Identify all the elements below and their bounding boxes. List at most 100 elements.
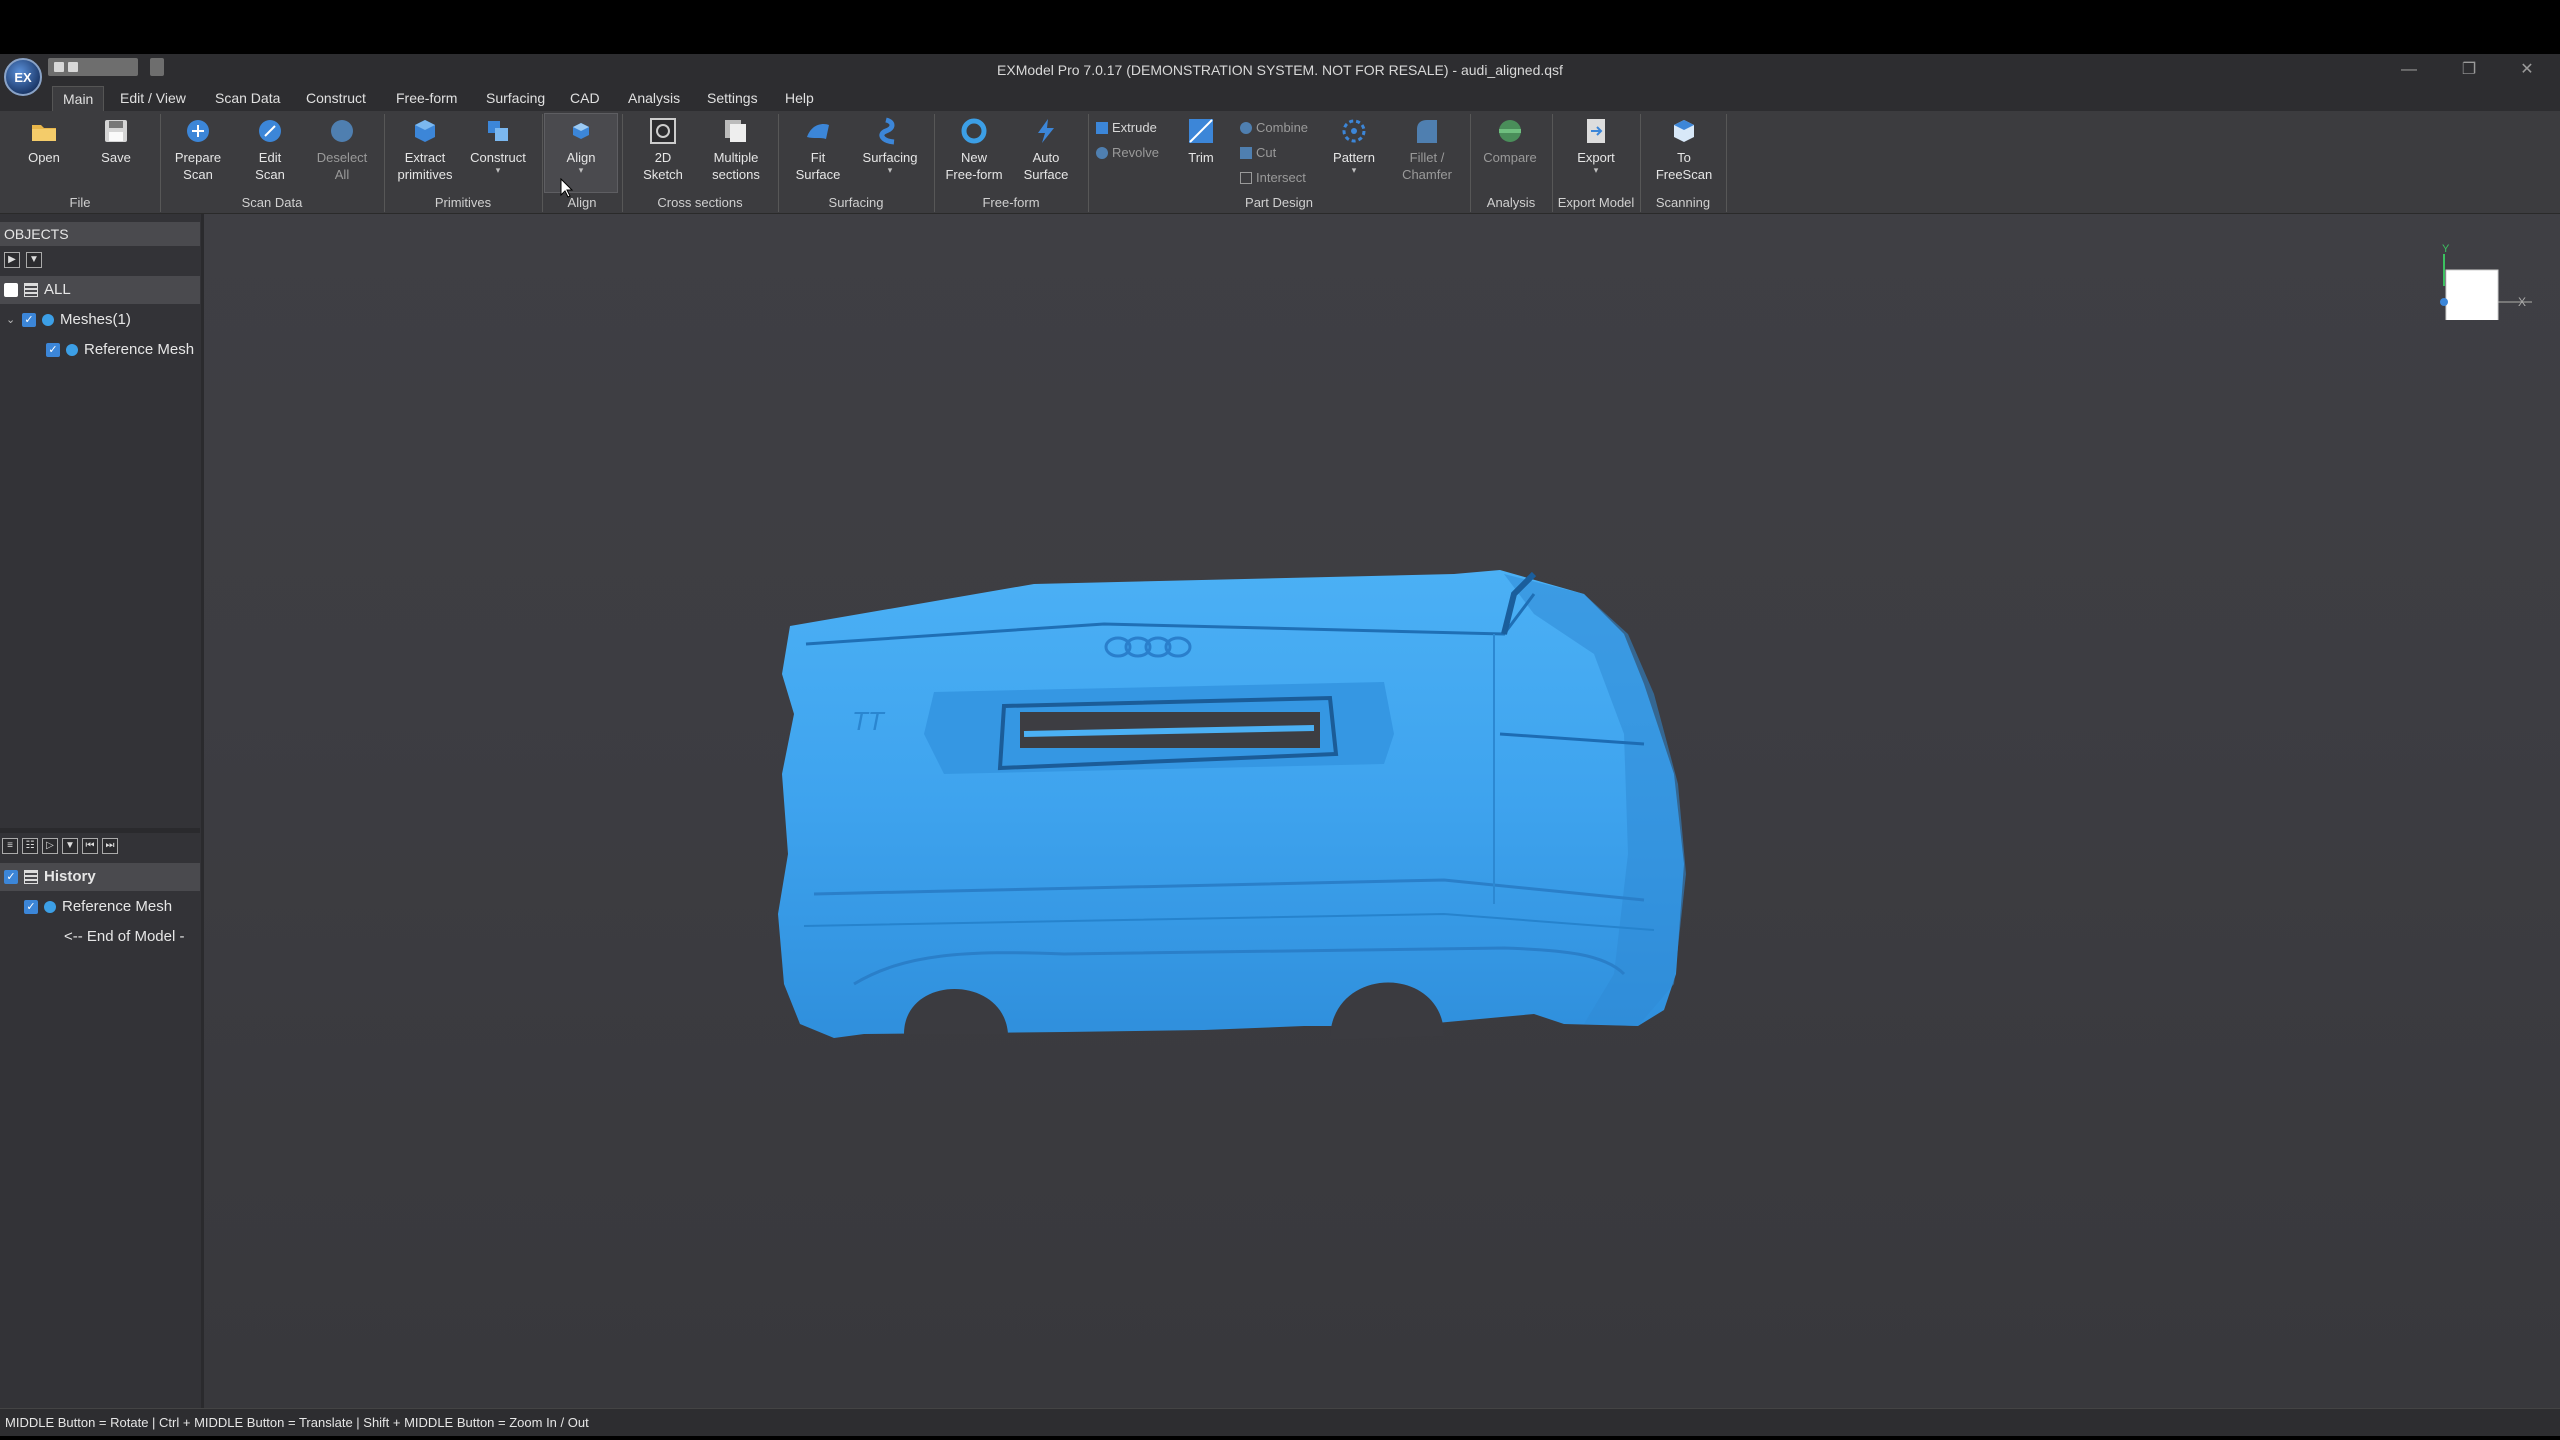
new-free-form-button[interactable]: New Free-form [938,116,1010,192]
edit-scan-icon [255,116,285,146]
trim-button[interactable]: Trim [1168,116,1234,192]
tree-view-icon[interactable]: ☷ [22,838,38,854]
close-button[interactable]: ✕ [2502,54,2552,86]
compare-button[interactable]: Compare [1474,116,1546,192]
skip-forward-icon[interactable]: ⏭ [102,838,118,854]
deselect-all-button[interactable]: Deselect All [308,116,376,192]
sketch-icon [648,116,678,146]
deselect-icon [327,116,357,146]
to-freescan-button[interactable]: To FreeScan [1646,116,1722,192]
axis-y-label: Y [2442,243,2450,255]
audi-bumper-mesh[interactable] [778,570,1684,1038]
checkbox[interactable] [4,283,18,297]
extract-primitives-button[interactable]: Extract primitives [388,116,462,192]
history-item-end-of-model[interactable]: <-- End of Model - [0,923,200,951]
skip-back-icon[interactable]: ⏮ [82,838,98,854]
construct-button[interactable]: Construct ▾ [462,116,534,192]
align-button[interactable]: Align ▾ [546,116,616,192]
list-view-icon[interactable]: ≡ [2,838,18,854]
group-label-scanning: Scanning [1655,195,1711,210]
group-label-scan-data: Scan Data [241,195,303,210]
tab-cad[interactable]: CAD [560,86,610,111]
history-item-reference-mesh[interactable]: ✓ Reference Mesh [0,893,200,921]
restore-button[interactable]: ❐ [2444,54,2494,86]
open-button[interactable]: Open [16,116,72,192]
tab-free-form[interactable]: Free-form [386,86,467,111]
extrude-icon [1096,122,1108,134]
multiple-sections-button[interactable]: Multiple sections [700,116,772,192]
trim-icon [1186,116,1216,146]
list-icon [24,283,38,297]
surfacing-button[interactable]: Surfacing ▾ [854,116,926,192]
prepare-scan-button[interactable]: Prepare Scan [164,116,232,192]
revolve-button[interactable]: Revolve [1096,142,1159,164]
mesh-icon [44,901,56,913]
surfacing-icon [875,116,905,146]
group-label-free-form: Free-form [982,195,1040,210]
tree-item-reference-mesh[interactable]: ✓ Reference Mesh [0,336,200,364]
group-label-surfacing: Surfacing [828,195,884,210]
group-label-cross-sections: Cross sections [657,195,743,210]
mesh-icon [66,344,78,356]
mesh-render: TT [778,570,1686,1040]
chevron-down-icon: ▾ [1593,165,1599,175]
freeform-icon [959,116,989,146]
panel-splitter[interactable] [0,828,200,833]
tree-item-all[interactable]: ALL [0,276,200,304]
play-icon[interactable]: ▷ [42,838,58,854]
chevron-down-icon[interactable]: ⌄ [6,306,16,334]
tab-construct[interactable]: Construct [296,86,376,111]
export-button[interactable]: Export ▾ [1560,116,1632,192]
cut-button[interactable]: Cut [1240,142,1276,164]
list-icon [24,870,38,884]
intersect-button[interactable]: Intersect [1240,167,1306,189]
checkbox[interactable]: ✓ [24,900,38,914]
chevron-down-icon: ▾ [887,165,893,175]
tab-settings[interactable]: Settings [697,86,768,111]
chevron-down-icon: ▾ [495,165,501,175]
export-icon [1581,116,1611,146]
fit-surface-button[interactable]: Fit Surface [782,116,854,192]
tab-scan-data[interactable]: Scan Data [205,86,290,111]
checkbox[interactable]: ✓ [46,343,60,357]
mesh-icon [42,314,54,326]
view-cube[interactable]: Y X [2422,240,2532,320]
extrude-button[interactable]: Extrude [1096,117,1157,139]
save-button[interactable]: Save [88,116,144,192]
group-label-analysis: Analysis [1486,195,1536,210]
tree-item-meshes[interactable]: ⌄ ✓ Meshes(1) [0,306,200,334]
group-separator [1726,114,1727,212]
expand-all-icon[interactable]: ▶ [4,252,20,268]
checkbox[interactable]: ✓ [22,313,36,327]
mouse-cursor-icon [560,178,574,198]
tab-main[interactable]: Main [52,86,105,111]
minimize-button[interactable]: — [2384,54,2434,86]
menu-bar [0,86,2560,111]
2d-sketch-button[interactable]: 2D Sketch [628,116,698,192]
prepare-scan-icon [183,116,213,146]
history-toolbar: ≡ ☷ ▷ ▼ ⏮ ⏭ [2,838,118,854]
combine-button[interactable]: Combine [1240,117,1308,139]
chevron-down-icon: ▾ [578,165,584,175]
group-label-file: File [69,195,91,210]
checkbox[interactable]: ✓ [4,870,18,884]
fillet-icon [1412,116,1442,146]
intersect-icon [1240,172,1252,184]
folder-icon [29,116,59,146]
auto-surface-button[interactable]: Auto Surface [1010,116,1082,192]
tab-edit-view[interactable]: Edit / View [110,86,196,111]
app-logo[interactable]: EX [4,58,42,96]
tab-surfacing[interactable]: Surfacing [476,86,555,111]
tab-help[interactable]: Help [775,86,824,111]
filter-icon[interactable]: ▼ [26,252,42,268]
filter-icon[interactable]: ▼ [62,838,78,854]
combine-icon [1240,122,1252,134]
history-header[interactable]: ✓ History [0,863,200,891]
tab-analysis[interactable]: Analysis [618,86,690,111]
pattern-button[interactable]: Pattern ▾ [1318,116,1390,192]
objects-header: OBJECTS [0,222,200,246]
axis-x-label: X [2518,295,2526,309]
3d-viewport[interactable]: TT Y X [204,214,2560,1408]
edit-scan-button[interactable]: Edit Scan [236,116,304,192]
fillet-chamfer-button[interactable]: Fillet / Chamfer [1390,116,1464,192]
